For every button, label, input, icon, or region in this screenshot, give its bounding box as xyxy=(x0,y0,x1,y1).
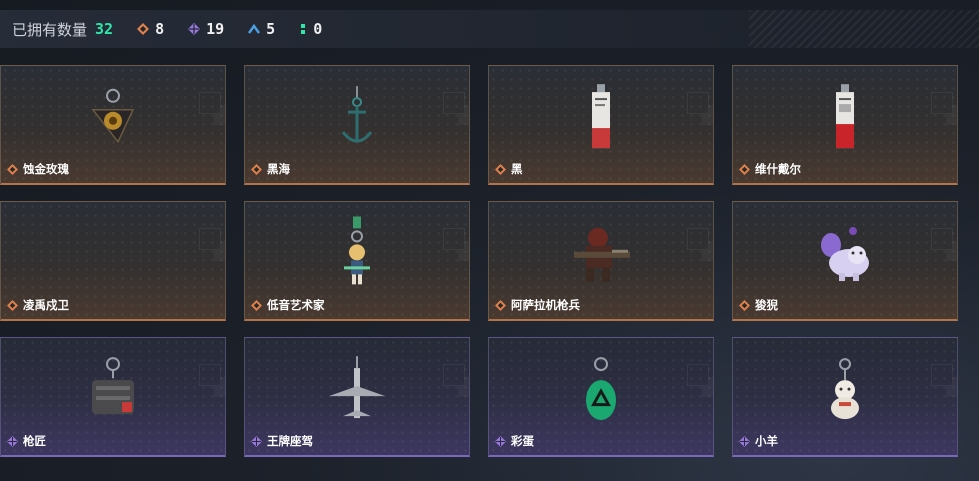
card-decoration xyxy=(931,364,953,386)
card-decoration xyxy=(443,228,465,250)
orange-rarity-icon xyxy=(495,299,506,311)
purple-rarity-icon xyxy=(251,435,262,447)
charm-name-label: 阿萨拉机枪兵 xyxy=(495,297,580,313)
orange-rarity-icon xyxy=(495,163,506,175)
card-decoration xyxy=(687,364,709,386)
charm-name-label: 黑海 xyxy=(251,161,290,177)
charm-name-label: 小羊 xyxy=(739,433,778,449)
card-decoration xyxy=(443,92,465,114)
blue-chevron-icon xyxy=(248,23,261,34)
card-decoration xyxy=(199,92,221,114)
stat-blue-value: 5 xyxy=(266,20,276,38)
card-decoration xyxy=(687,92,709,114)
purple-rarity-icon xyxy=(7,435,18,447)
lion-plush-charm-icon xyxy=(821,226,869,281)
gunner-figure-charm-icon xyxy=(574,227,630,282)
chibi-figure-charm-icon xyxy=(344,215,370,284)
stat-orange-value: 8 xyxy=(155,20,165,38)
charm-name-label: 彩蛋 xyxy=(495,433,534,449)
orange-rarity-icon xyxy=(251,299,262,311)
charm-card[interactable]: 黑海 xyxy=(244,65,470,185)
owned-count-label: 已拥有数量 xyxy=(12,20,88,39)
jet-charm-icon xyxy=(329,355,385,418)
charm-grid: 蚀金玫瑰 黑海 黑 维什戴尔 凌禹戍卫 低音艺术家 阿萨拉机枪兵 狻猊 枪匠 王… xyxy=(0,65,979,465)
charm-name-label: 维什戴尔 xyxy=(739,161,801,177)
card-decoration xyxy=(687,228,709,250)
charm-card[interactable]: 黑 xyxy=(488,65,714,185)
charm-name-label: 蚀金玫瑰 xyxy=(7,161,69,177)
charm-card[interactable]: 维什戴尔 xyxy=(732,65,958,185)
charm-name-label: 黑 xyxy=(495,161,523,177)
charm-card[interactable]: 狻猊 xyxy=(732,201,958,321)
stat-blue: 5 xyxy=(248,20,275,38)
green-egg-charm-icon xyxy=(586,356,616,420)
charm-card[interactable]: 彩蛋 xyxy=(488,337,714,457)
header-hatch-decoration xyxy=(749,10,979,48)
charm-name-label: 狻猊 xyxy=(739,297,778,313)
charm-card[interactable]: 凌禹戍卫 xyxy=(0,201,226,321)
bag-charm-icon xyxy=(92,356,134,414)
charm-card[interactable]: 王牌座驾 xyxy=(244,337,470,457)
purple-rarity-icon xyxy=(739,435,750,447)
anchor-charm-icon xyxy=(341,85,373,143)
charm-card[interactable]: 枪匠 xyxy=(0,337,226,457)
card-decoration xyxy=(199,228,221,250)
charm-card[interactable]: 小羊 xyxy=(732,337,958,457)
owned-count-value: 32 xyxy=(95,20,114,38)
charm-name-label: 枪匠 xyxy=(7,433,46,449)
orange-rarity-icon xyxy=(251,163,262,175)
orange-rarity-icon xyxy=(7,299,18,311)
orange-diamond-icon xyxy=(137,23,150,35)
charm-name-label: 王牌座驾 xyxy=(251,433,313,449)
card-decoration xyxy=(199,364,221,386)
orange-rarity-icon xyxy=(739,299,750,311)
stat-green-value: 0 xyxy=(313,20,323,38)
card-tag-red-charm-icon xyxy=(836,83,854,148)
orange-rarity-icon xyxy=(7,163,18,175)
card-decoration xyxy=(931,228,953,250)
charm-card[interactable]: 低音艺术家 xyxy=(244,201,470,321)
rose-emblem-charm-icon xyxy=(91,88,135,143)
charm-name-label: 低音艺术家 xyxy=(251,297,325,313)
stat-purple-value: 19 xyxy=(206,20,225,38)
stat-purple: 19 xyxy=(188,20,224,38)
stat-orange: 8 xyxy=(137,20,164,38)
card-tag-charm-icon xyxy=(592,83,610,148)
stat-green: 0 xyxy=(299,20,322,38)
card-decoration xyxy=(443,364,465,386)
card-decoration xyxy=(931,92,953,114)
charm-card[interactable]: 蚀金玫瑰 xyxy=(0,65,226,185)
owned-summary-bar: 已拥有数量 32 8 19 5 0 xyxy=(0,10,979,48)
purple-diamond-icon xyxy=(188,23,201,35)
purple-rarity-icon xyxy=(495,435,506,447)
charm-name-label: 凌禹戍卫 xyxy=(7,297,69,313)
orange-rarity-icon xyxy=(739,163,750,175)
green-dots-icon xyxy=(301,24,306,34)
lamb-charm-icon xyxy=(831,357,859,419)
charm-card[interactable]: 阿萨拉机枪兵 xyxy=(488,201,714,321)
